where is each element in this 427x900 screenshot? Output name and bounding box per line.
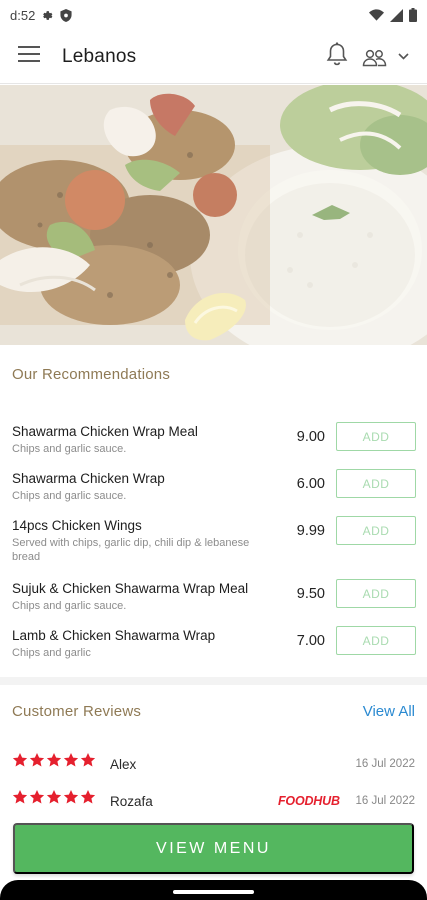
review-date: 16 Jul 2022 [355, 758, 415, 770]
star-icon [29, 753, 45, 767]
reviews-title: Customer Reviews [12, 703, 142, 720]
account-dropdown[interactable] [362, 47, 409, 67]
list-item[interactable]: Shawarma Chicken Wrap Meal Chips and gar… [0, 415, 427, 461]
item-description: Chips and garlic sauce. [12, 443, 127, 455]
list-item[interactable]: Shawarma Chicken Wrap Chips and garlic s… [0, 462, 427, 508]
item-name: 14pcs Chicken Wings [12, 518, 142, 533]
star-rating [12, 789, 96, 805]
add-button[interactable]: ADD [336, 626, 416, 655]
shield-icon [60, 8, 72, 22]
item-price: 7.00 [296, 633, 325, 649]
wifi-icon [369, 9, 384, 21]
home-gesture-handle[interactable] [173, 890, 254, 894]
item-description: Served with chips, garlic dip, chili dip… [12, 537, 250, 563]
list-item[interactable]: 14pcs Chicken Wings Served with chips, g… [0, 509, 427, 569]
reviewer-name: Rozafa [110, 794, 153, 809]
star-icon [80, 790, 96, 804]
star-icon [12, 753, 28, 767]
item-name: Sujuk & Chicken Shawarma Wrap Meal [12, 581, 249, 596]
user-group-icon [362, 49, 387, 66]
recommendations-title: Our Recommendations [12, 366, 171, 383]
reviewer-name: Alex [110, 757, 137, 772]
app-header: Lebanos [0, 30, 427, 84]
item-price: 9.99 [296, 523, 325, 539]
list-item[interactable]: Sujuk & Chicken Shawarma Wrap Meal Chips… [0, 572, 427, 618]
chevron-down-icon [398, 53, 409, 60]
hero-food-image [0, 85, 427, 345]
review-row: Rozafa FOODHUB 16 Jul 2022 [0, 789, 427, 813]
star-icon [63, 790, 79, 804]
review-row: Alex 16 Jul 2022 [0, 752, 427, 776]
review-source-logo: FOODHUB [278, 794, 340, 808]
section-divider [0, 677, 427, 685]
restaurant-title: Lebanos [62, 45, 137, 67]
item-description: Chips and garlic sauce. [12, 600, 127, 612]
star-icon [46, 790, 62, 804]
add-button[interactable]: ADD [336, 422, 416, 451]
status-bar: d:52 [0, 0, 427, 30]
item-price: 9.50 [296, 586, 325, 602]
star-icon [63, 753, 79, 767]
item-description: Chips and garlic [12, 647, 91, 659]
list-item[interactable]: Lamb & Chicken Shawarma Wrap Chips and g… [0, 619, 427, 665]
add-button[interactable]: ADD [336, 579, 416, 608]
battery-icon [409, 8, 417, 22]
item-name: Lamb & Chicken Shawarma Wrap [12, 628, 216, 643]
star-icon [80, 753, 96, 767]
add-button[interactable]: ADD [336, 469, 416, 498]
status-time: d:52 [10, 7, 36, 23]
add-button[interactable]: ADD [336, 516, 416, 545]
signal-icon [390, 8, 403, 22]
item-price: 9.00 [296, 429, 325, 445]
view-all-link[interactable]: View All [363, 703, 415, 720]
star-icon [29, 790, 45, 804]
star-icon [46, 753, 62, 767]
menu-icon[interactable] [18, 46, 40, 67]
review-date: 16 Jul 2022 [355, 795, 415, 807]
view-menu-button[interactable]: VIEW MENU [13, 823, 414, 874]
item-description: Chips and garlic sauce. [12, 490, 127, 502]
item-price: 6.00 [296, 476, 325, 492]
star-rating [12, 752, 96, 768]
settings-icon [41, 9, 54, 22]
item-name: Shawarma Chicken Wrap Meal [12, 424, 198, 439]
bell-icon[interactable] [326, 42, 348, 71]
item-name: Shawarma Chicken Wrap [12, 471, 165, 486]
star-icon [12, 790, 28, 804]
